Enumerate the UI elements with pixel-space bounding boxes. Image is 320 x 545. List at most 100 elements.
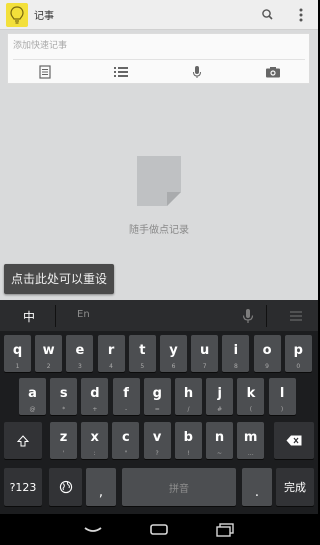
space-key[interactable]: 拼音	[122, 468, 236, 506]
language-mode-label: 中	[22, 309, 35, 324]
key-label: d	[90, 386, 100, 401]
key-label: w	[42, 343, 55, 358]
system-navigation-bar	[0, 514, 318, 545]
key-label: p	[293, 343, 303, 358]
key-v[interactable]: v?	[143, 422, 171, 459]
list-icon	[114, 67, 128, 77]
key-secondary-label: *	[62, 406, 66, 413]
key-secondary-label: )	[280, 406, 284, 413]
language-switch-key[interactable]	[49, 468, 82, 506]
key-label: g	[152, 386, 162, 401]
period-key[interactable]: .	[242, 468, 272, 506]
document-icon	[39, 65, 51, 79]
comma-key[interactable]: ,	[86, 468, 116, 506]
key-secondary-label: /	[187, 406, 190, 413]
key-label: c	[122, 430, 130, 445]
key-d[interactable]: d +	[81, 378, 109, 415]
list-note-button[interactable]	[84, 61, 158, 83]
globe-icon	[59, 480, 72, 494]
done-key[interactable]: 完成	[276, 468, 314, 506]
key-secondary-label: 3	[77, 363, 82, 370]
key-u[interactable]: u7	[191, 335, 219, 372]
period-key-label: .	[254, 485, 260, 500]
key-label: e	[75, 343, 85, 358]
key-z[interactable]: z '	[50, 422, 77, 459]
key-y[interactable]: y6	[160, 335, 187, 372]
key-r[interactable]: r4	[97, 335, 125, 372]
key-p[interactable]: p0	[284, 335, 312, 372]
key-h[interactable]: h /	[175, 378, 202, 415]
recent-apps-icon[interactable]	[210, 520, 240, 540]
key-j[interactable]: j #	[206, 378, 234, 415]
key-label: x	[90, 430, 99, 445]
shift-arrow-icon	[17, 434, 29, 446]
text-note-button[interactable]	[8, 61, 82, 83]
key-e[interactable]: e3	[66, 335, 94, 372]
comma-key-label: ,	[98, 485, 104, 500]
key-k[interactable]: k(	[237, 378, 265, 415]
overflow-menu-icon[interactable]	[294, 5, 308, 25]
key-x[interactable]: x:	[81, 422, 109, 459]
key-m[interactable]: m…	[237, 422, 265, 459]
quick-note-input[interactable]	[8, 34, 309, 58]
key-o[interactable]: o9	[253, 335, 281, 372]
search-icon[interactable]	[258, 5, 278, 25]
key-label: f	[123, 386, 129, 401]
symbols-key[interactable]: ?123	[4, 468, 42, 506]
tooltip: 点击此处可以重设	[4, 264, 115, 294]
key-label: y	[169, 343, 178, 358]
key-secondary-label: @	[29, 406, 36, 413]
divider	[55, 305, 56, 327]
quick-note-card	[7, 33, 310, 84]
key-secondary-label: 6	[171, 363, 176, 370]
key-s[interactable]: s *	[50, 378, 78, 415]
key-t[interactable]: t5	[128, 335, 156, 372]
screen: 记事 添加快速记事 随手做点记录 点击此处可以重设 中 En q 1 w 2 e…	[0, 0, 318, 545]
key-l[interactable]: l)	[268, 378, 296, 415]
soft-keyboard: 中 En q1w2e3r4t5y6u7i8o9p0 a @ s * d + f …	[0, 300, 318, 514]
space-key-label: 拼音	[169, 483, 189, 495]
key-label: s	[59, 386, 68, 401]
key-secondary-label: =	[154, 406, 160, 413]
key-label: t	[139, 343, 146, 358]
key-b[interactable]: b!	[174, 422, 202, 459]
key-i[interactable]: i8	[222, 335, 250, 372]
language-mode-button[interactable]: 中	[6, 304, 52, 328]
keyboard-menu-icon[interactable]	[283, 308, 309, 324]
voice-input-microphone-icon[interactable]	[238, 306, 258, 326]
key-label: h	[183, 386, 194, 401]
key-n[interactable]: n ~	[206, 422, 233, 459]
backspace-key[interactable]	[274, 422, 314, 459]
voice-note-button[interactable]	[160, 61, 234, 83]
key-secondary-label: 2	[46, 363, 51, 370]
key-g[interactable]: g =	[143, 378, 171, 415]
key-secondary-label: (	[249, 406, 253, 413]
key-label: i	[233, 343, 239, 358]
back-icon[interactable]	[78, 520, 108, 540]
key-label: q	[12, 343, 23, 358]
key-secondary-label: 5	[140, 363, 145, 370]
shift-key[interactable]	[4, 422, 42, 459]
photo-note-button[interactable]	[236, 61, 310, 83]
key-a[interactable]: a @	[19, 378, 46, 415]
key-secondary-label: ~	[216, 450, 223, 457]
app-title: 记事	[34, 11, 54, 22]
key-secondary-label: -	[125, 406, 128, 413]
keyboard-candidate-bar: 中 En	[0, 300, 318, 331]
key-label: a	[28, 386, 37, 401]
home-icon[interactable]	[144, 520, 174, 540]
key-label: z	[59, 430, 68, 445]
key-f[interactable]: f-	[112, 378, 140, 415]
app-lightbulb-icon[interactable]	[6, 3, 28, 27]
key-secondary-label: "	[124, 450, 128, 457]
key-label: v	[152, 430, 162, 445]
key-label: m	[243, 430, 258, 445]
candidate-hint: En	[77, 309, 90, 320]
key-secondary-label: #	[217, 406, 223, 413]
key-label: n	[214, 430, 225, 445]
key-c[interactable]: c "	[112, 422, 140, 459]
key-secondary-label: 9	[265, 363, 269, 370]
key-secondary-label: 4	[109, 363, 113, 370]
key-w[interactable]: w2	[35, 335, 63, 372]
key-q[interactable]: q1	[4, 335, 31, 372]
